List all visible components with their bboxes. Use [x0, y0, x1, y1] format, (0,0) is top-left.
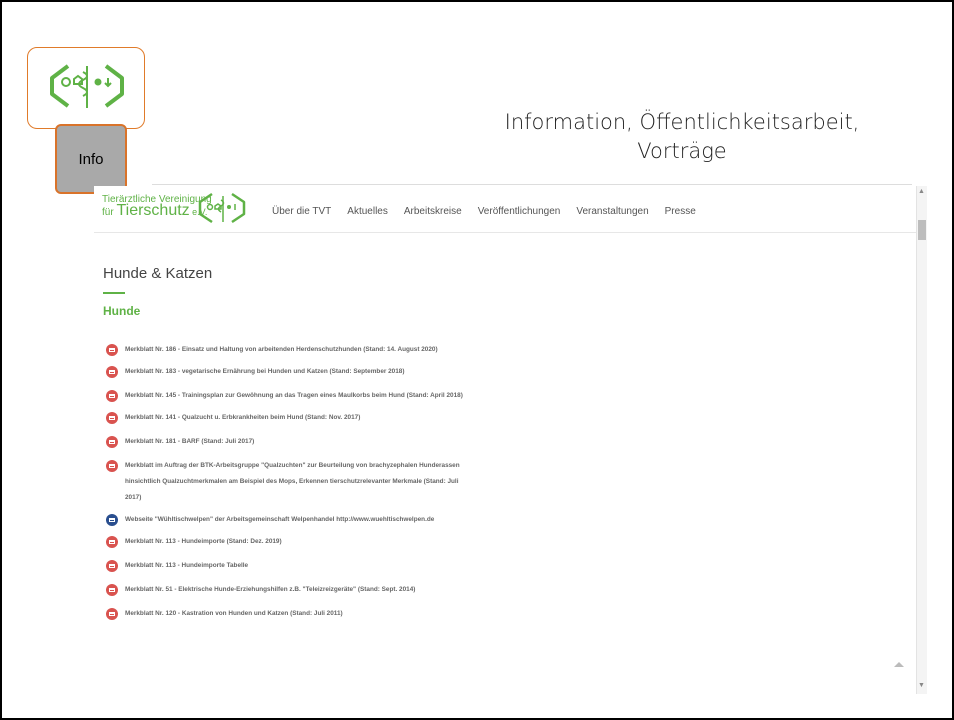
pdf-icon	[106, 536, 118, 548]
list-item[interactable]: Merkblatt Nr. 120 - Kastration von Hunde…	[106, 606, 466, 622]
list-item[interactable]: Merkblatt Nr. 141 - Qualzucht u. Erbkran…	[106, 410, 466, 426]
list-item-link[interactable]: Merkblatt Nr. 51 - Elektrische Hunde-Erz…	[125, 586, 415, 593]
pdf-icon	[106, 390, 118, 402]
website-screenshot: Tierärztliche Vereinigung für Tierschutz…	[94, 186, 928, 694]
scroll-up-icon[interactable]: ▲	[918, 188, 925, 195]
list-item-link[interactable]: Merkblatt Nr. 145 - Trainingsplan zur Ge…	[125, 392, 463, 399]
web-icon	[106, 514, 118, 526]
list-item-link[interactable]: Merkblatt Nr. 120 - Kastration von Hunde…	[125, 610, 343, 617]
list-item[interactable]: Merkblatt Nr. 186 - Einsatz und Haltung …	[106, 342, 466, 358]
pdf-icon	[106, 460, 118, 472]
list-item-link[interactable]: Merkblatt Nr. 181 - BARF (Stand: Juli 20…	[125, 438, 254, 445]
info-label: Info	[78, 150, 104, 168]
pdf-icon	[106, 412, 118, 424]
brand-prefix: für	[102, 207, 117, 218]
list-item[interactable]: Merkblatt Nr. 113 - Hundeimporte (Stand:…	[106, 534, 466, 550]
list-item-link[interactable]: Merkblatt Nr. 183 - vegetarische Ernähru…	[125, 368, 404, 375]
title-divider	[152, 184, 912, 185]
tvt-logo-box	[27, 47, 145, 129]
nav-item[interactable]: Veröffentlichungen	[478, 206, 561, 217]
pdf-icon	[106, 560, 118, 572]
pdf-icon	[106, 608, 118, 620]
list-item[interactable]: Merkblatt Nr. 181 - BARF (Stand: Juli 20…	[106, 434, 466, 450]
main-nav: Über die TVT Aktuelles Arbeitskreise Ver…	[272, 206, 712, 217]
tvt-logo-icon	[50, 64, 124, 108]
nav-item[interactable]: Aktuelles	[347, 206, 388, 217]
list-item[interactable]: Merkblatt Nr. 113 - Hundeimporte Tabelle	[106, 558, 466, 574]
list-item[interactable]: Webseite "Wühltischwelpen" der Arbeitsge…	[106, 512, 466, 528]
list-item-link[interactable]: Webseite "Wühltischwelpen" der Arbeitsge…	[125, 516, 434, 523]
list-item-link[interactable]: Merkblatt Nr. 186 - Einsatz und Haltung …	[125, 346, 438, 353]
nav-item[interactable]: Presse	[665, 206, 696, 217]
scrollbar-thumb[interactable]	[918, 220, 926, 240]
nav-item[interactable]: Veranstaltungen	[576, 206, 648, 217]
list-item[interactable]: Merkblatt Nr. 145 - Trainingsplan zur Ge…	[106, 388, 466, 404]
list-item[interactable]: Merkblatt Nr. 183 - vegetarische Ernähru…	[106, 364, 466, 380]
brand-logo-icon[interactable]	[196, 190, 248, 228]
list-item[interactable]: Merkblatt Nr. 51 - Elektrische Hunde-Erz…	[106, 582, 466, 598]
slide-title: Information, Öffentlichkeitsarbeit, Vort…	[504, 110, 860, 163]
document-list: Merkblatt Nr. 186 - Einsatz und Haltung …	[106, 342, 466, 622]
brand-main: Tierschutz	[116, 202, 190, 219]
list-item-link[interactable]: Merkblatt im Auftrag der BTK-Arbeitsgrup…	[125, 462, 460, 501]
heading-accent-line	[103, 292, 125, 294]
pdf-icon	[106, 344, 118, 356]
scroll-to-top-icon[interactable]	[894, 662, 904, 667]
list-item-link[interactable]: Merkblatt Nr. 113 - Hundeimporte (Stand:…	[125, 538, 282, 545]
list-item[interactable]: Merkblatt im Auftrag der BTK-Arbeitsgrup…	[106, 458, 466, 506]
slide-frame: Info Information, Öffentlichkeitsarbeit,…	[0, 0, 954, 720]
nav-item[interactable]: Arbeitskreise	[404, 206, 462, 217]
list-item-link[interactable]: Merkblatt Nr. 141 - Qualzucht u. Erbkran…	[125, 414, 360, 421]
info-box: Info	[55, 124, 127, 194]
section-heading: Hunde	[103, 304, 141, 318]
pdf-icon	[106, 366, 118, 378]
scrollbar[interactable]: ▲ ▼	[916, 186, 927, 694]
pdf-icon	[106, 584, 118, 596]
list-item-link[interactable]: Merkblatt Nr. 113 - Hundeimporte Tabelle	[125, 562, 248, 569]
scroll-down-icon[interactable]: ▼	[918, 682, 925, 689]
site-header: Tierärztliche Vereinigung für Tierschutz…	[94, 186, 916, 233]
pdf-icon	[106, 436, 118, 448]
nav-item[interactable]: Über die TVT	[272, 206, 331, 217]
page-heading: Hunde & Katzen	[103, 265, 213, 282]
